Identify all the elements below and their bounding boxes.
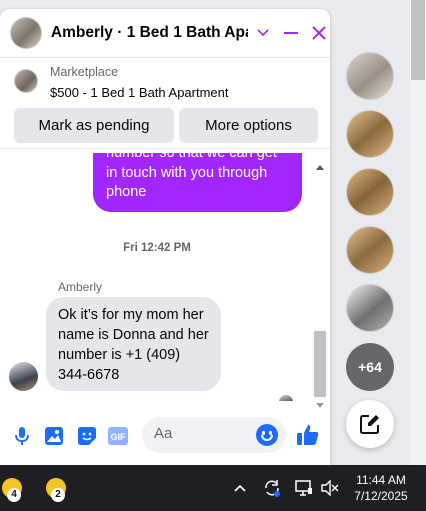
message-input[interactable] bbox=[154, 425, 254, 442]
mark-as-pending-button[interactable]: Mark as pending bbox=[14, 108, 174, 143]
more-options-button[interactable]: More options bbox=[179, 108, 318, 143]
notification-badge: 4 bbox=[7, 488, 21, 502]
chat-header[interactable]: Amberly · 1 Bed 1 Bath Apa... bbox=[0, 9, 330, 57]
outgoing-message: number so that we can get in touch with … bbox=[93, 153, 302, 212]
taskbar-app[interactable]: 4 bbox=[0, 476, 26, 502]
seen-indicator-avatar bbox=[279, 395, 293, 401]
thumbs-up-icon[interactable] bbox=[296, 423, 320, 447]
mic-icon[interactable] bbox=[11, 425, 33, 447]
sender-name: Amberly bbox=[58, 280, 103, 294]
message-input-wrapper[interactable] bbox=[142, 417, 286, 453]
listing-thumbnail bbox=[14, 69, 38, 93]
chat-window: Amberly · 1 Bed 1 Bath Apa... Marketplac… bbox=[0, 9, 330, 465]
incoming-message: Ok it’s for my mom her name is Donna and… bbox=[46, 297, 221, 391]
message-scrollbar[interactable] bbox=[314, 163, 326, 411]
scroll-up-arrow[interactable] bbox=[316, 165, 324, 170]
contact-avatar[interactable] bbox=[10, 17, 42, 49]
page-scroll-thumb[interactable] bbox=[411, 0, 425, 80]
more-chats-button[interactable]: +64 bbox=[346, 343, 394, 391]
taskbar: 4 2 11:44 AM 7/12/2025 bbox=[0, 465, 426, 511]
scroll-thumb[interactable] bbox=[314, 331, 326, 397]
marketplace-listing[interactable]: Marketplace $500 - 1 Bed 1 Bath Apartmen… bbox=[0, 65, 330, 105]
image-icon[interactable] bbox=[43, 425, 65, 447]
chat-title[interactable]: Amberly · 1 Bed 1 Bath Apa... bbox=[51, 24, 248, 42]
sync-icon[interactable] bbox=[263, 479, 281, 497]
taskbar-app[interactable]: 2 bbox=[44, 476, 70, 502]
page-scrollbar[interactable] bbox=[410, 0, 426, 465]
composer: GIF bbox=[0, 416, 330, 456]
chat-head-avatar[interactable] bbox=[346, 52, 394, 100]
chevron-up-icon[interactable] bbox=[231, 479, 249, 497]
taskbar-clock[interactable]: 11:44 AM 7/12/2025 bbox=[346, 472, 416, 504]
clock-time: 11:44 AM bbox=[356, 473, 406, 487]
chat-head-avatar[interactable] bbox=[346, 226, 394, 274]
scroll-down-arrow[interactable] bbox=[316, 403, 324, 408]
compose-icon[interactable] bbox=[346, 400, 394, 448]
chat-head-avatar[interactable] bbox=[346, 110, 394, 158]
message-timestamp: Fri 12:42 PM bbox=[123, 242, 191, 254]
chevron-down-icon[interactable] bbox=[252, 22, 274, 44]
sticker-icon[interactable] bbox=[76, 425, 98, 447]
clock-date: 7/12/2025 bbox=[354, 489, 408, 503]
listing-divider bbox=[0, 148, 330, 149]
marketplace-label: Marketplace bbox=[50, 65, 119, 79]
chat-head-avatar[interactable] bbox=[346, 284, 394, 332]
emoji-icon[interactable] bbox=[256, 424, 278, 446]
sender-avatar bbox=[9, 362, 38, 391]
close-icon[interactable] bbox=[308, 22, 330, 44]
message-list[interactable]: number so that we can get in touch with … bbox=[0, 153, 314, 401]
listing-title[interactable]: $500 - 1 Bed 1 Bath Apartment bbox=[50, 85, 229, 100]
gif-icon[interactable]: GIF bbox=[107, 425, 129, 447]
display-icon[interactable] bbox=[295, 479, 313, 497]
svg-text:GIF: GIF bbox=[111, 432, 127, 442]
minimize-icon[interactable] bbox=[280, 22, 302, 44]
header-divider bbox=[0, 57, 330, 58]
volume-muted-icon[interactable] bbox=[321, 479, 339, 497]
chat-head-avatar[interactable] bbox=[346, 168, 394, 216]
notification-badge: 2 bbox=[51, 488, 65, 502]
